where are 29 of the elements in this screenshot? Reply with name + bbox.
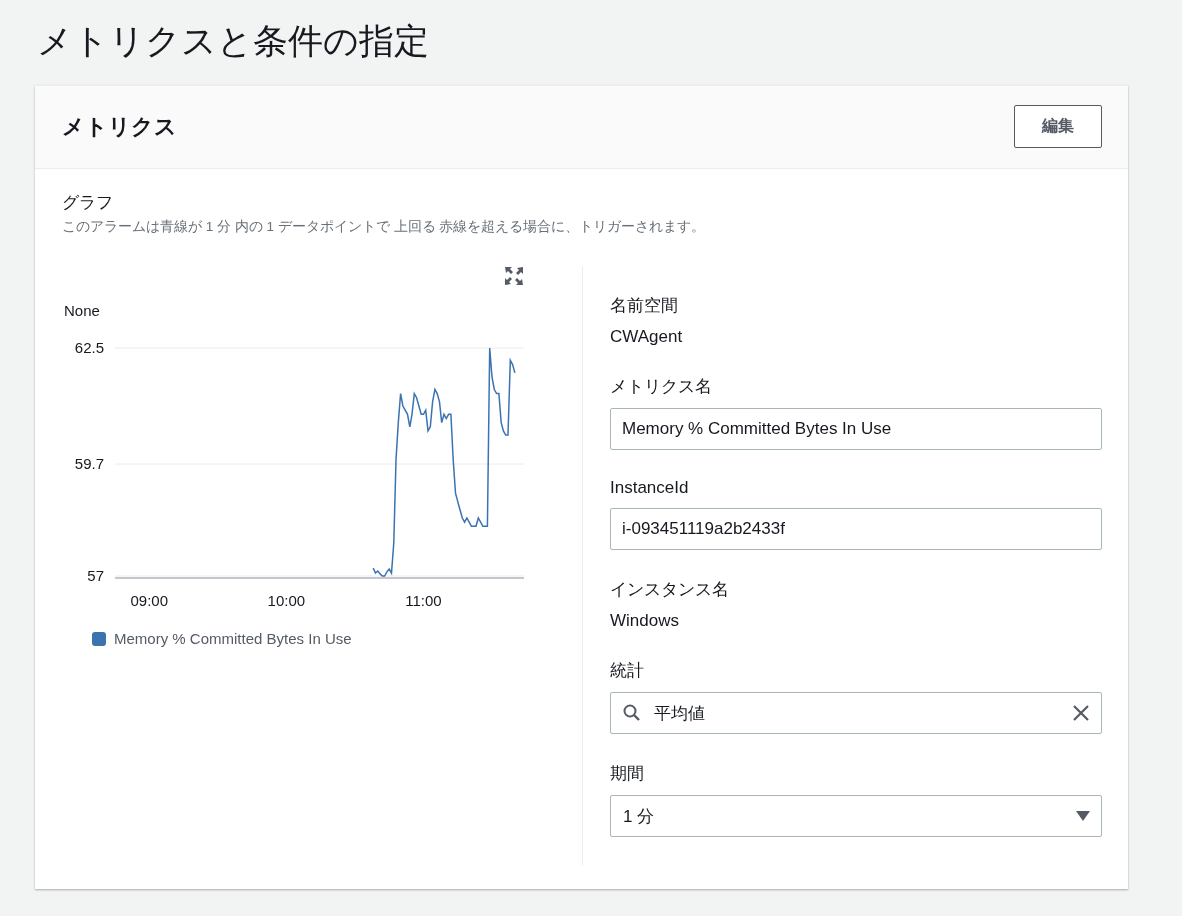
x-tick-label: 09:00 bbox=[130, 592, 169, 609]
field-label: 統計 bbox=[610, 660, 645, 682]
page-title: メトリクスと条件の指定 bbox=[37, 20, 430, 62]
field-label: インスタンス名 bbox=[610, 579, 730, 601]
y-tick-label: 57 bbox=[87, 567, 104, 584]
graph-description: このアラームは青線が 1 分 内の 1 データポイントで 上回る 赤線を超える場合に、トリガーされます。 bbox=[62, 218, 707, 236]
field-label: 期間 bbox=[610, 763, 645, 785]
input-field[interactable]: i-093451119a2b2433f bbox=[610, 508, 1102, 550]
x-tick-label: 10:00 bbox=[267, 592, 306, 609]
field-label: InstanceId bbox=[610, 478, 690, 498]
field-label: 名前空間 bbox=[610, 295, 679, 317]
y-axis-label: None bbox=[64, 302, 100, 319]
clear-icon[interactable] bbox=[1072, 704, 1090, 722]
select-field[interactable]: 1 分 bbox=[610, 795, 1102, 837]
edit-button[interactable]: 編集 bbox=[1014, 105, 1102, 148]
graph-heading: グラフ bbox=[62, 192, 114, 214]
legend-label: Memory % Committed Bytes In Use bbox=[114, 630, 352, 647]
search-icon bbox=[622, 703, 642, 723]
search-field[interactable]: 平均値 bbox=[610, 692, 1102, 734]
caret-icon bbox=[1076, 811, 1090, 821]
x-tick-label: 11:00 bbox=[405, 592, 442, 609]
y-tick-label: 62.5 bbox=[74, 339, 104, 356]
y-tick-label: 59.7 bbox=[74, 455, 104, 473]
input-field[interactable]: Memory % Committed Bytes In Use bbox=[610, 408, 1102, 450]
panel-title: メトリクス bbox=[62, 112, 177, 141]
expand-icon[interactable] bbox=[504, 266, 524, 286]
field-value: Windows bbox=[610, 611, 680, 631]
field-value: CWAgent bbox=[610, 327, 684, 347]
field-label: メトリクス名 bbox=[610, 376, 713, 398]
